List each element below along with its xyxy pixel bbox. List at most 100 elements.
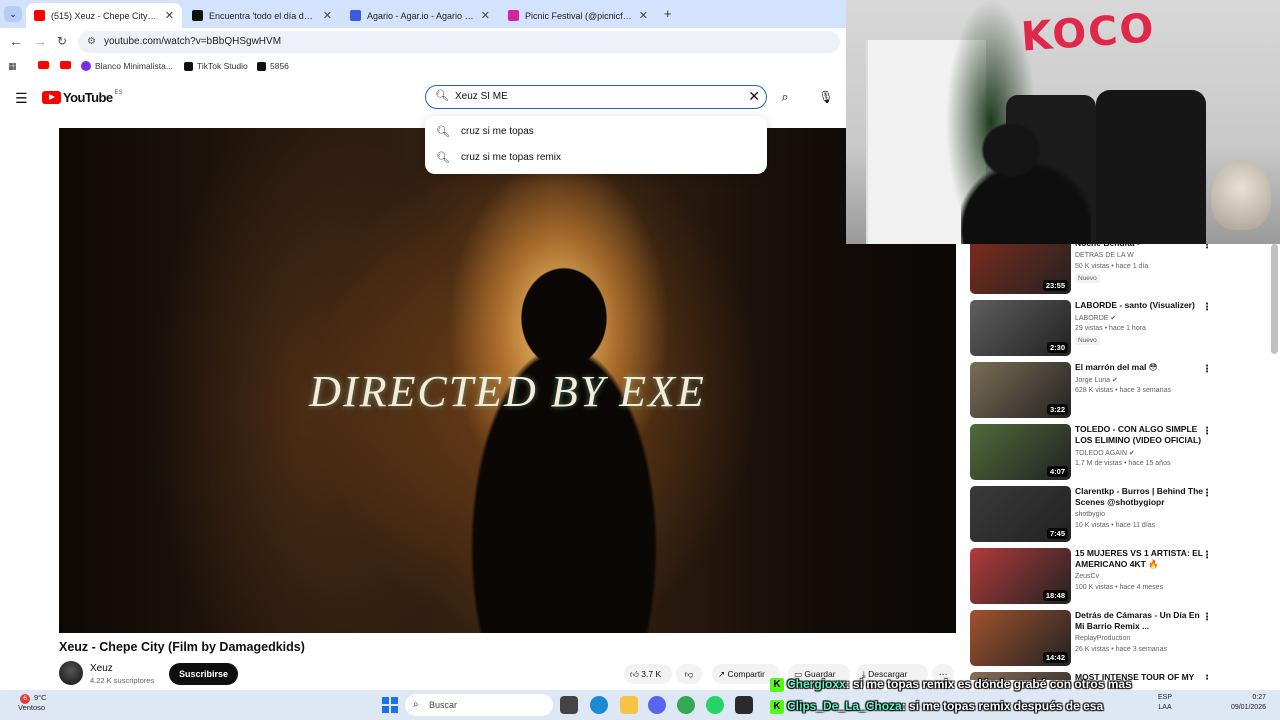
recommendation-title[interactable]: LABORDE - santo (Visualizer) — [1075, 300, 1211, 311]
search-suggestion[interactable]: 🔍︎ cruz si me topas — [425, 118, 767, 144]
bookmark-youtube-1[interactable] — [38, 61, 53, 69]
recommendation-channel[interactable]: DETRAS DE LA W — [1075, 252, 1134, 259]
video-thumbnail[interactable]: 18:48 — [970, 548, 1071, 604]
browser-tab[interactable]: Encuentra 'todo el día de 4bes' ✕ — [184, 3, 340, 28]
obs-icon[interactable] — [735, 696, 753, 714]
upload-age: hace 4 meses — [1119, 584, 1164, 591]
clear-search-icon[interactable]: ✕ — [748, 88, 760, 105]
bookmark-tiktok-5856[interactable]: 5856 — [257, 61, 289, 71]
browser-tab[interactable]: Agario - Agar.io - Agario Juego ✕ — [342, 3, 498, 28]
more-vertical-icon[interactable]: ⋮ — [1202, 488, 1212, 499]
bookmark-canva[interactable]: Blanco Minimalista... — [81, 61, 173, 71]
address-bar[interactable]: ⚙ youtube.com/watch?v=bBbQHSgwHVM — [78, 31, 840, 53]
bookmark-youtube-2[interactable] — [60, 61, 75, 69]
recommendation-channel[interactable]: ReplayProduction — [1075, 635, 1130, 642]
recommendation-channel[interactable]: LABORDE ✔ — [1075, 314, 1116, 322]
like-button[interactable]: 👍︎ 3.7 K — [624, 664, 672, 684]
tab-close-icon[interactable]: ✕ — [481, 9, 490, 22]
search-input[interactable]: 🔍︎ Xeuz SI ME ✕ — [425, 85, 767, 109]
channel-avatar[interactable] — [59, 661, 83, 685]
browser-tab[interactable]: Picnic Festival (@picnicfest) • Fo ✕ — [500, 3, 656, 28]
voice-search-button[interactable]: 🎙︎ — [815, 86, 837, 108]
file-explorer-icon[interactable] — [620, 696, 638, 714]
tab-search-menu-button[interactable]: ⌄ — [4, 6, 22, 22]
tab-title: Agario - Agar.io - Agario Juego — [367, 10, 475, 21]
recommendation-channel[interactable]: shotbygio — [1075, 511, 1105, 518]
subscriber-count: 4.22 K suscriptores — [90, 676, 155, 685]
recommendation-title[interactable]: Detrás de Cámaras - Un Día En Mi Barrio … — [1075, 610, 1211, 632]
windows-start-button[interactable] — [382, 697, 398, 713]
more-vertical-icon[interactable]: ⋮ — [1202, 426, 1212, 437]
edge-browser-icon[interactable] — [590, 696, 608, 714]
chrome-icon[interactable] — [677, 696, 695, 714]
more-vertical-icon[interactable]: ⋮ — [1202, 612, 1212, 623]
reload-icon[interactable]: ↻ — [57, 34, 67, 48]
video-thumbnail[interactable]: 3:22 — [970, 362, 1071, 418]
search-button[interactable]: ⌕ — [772, 86, 798, 108]
video-thumbnail[interactable]: 2:30 — [970, 300, 1071, 356]
share-label: Compartir — [727, 669, 765, 679]
browser-nav-bar: ← → ↻ ⚙ youtube.com/watch?v=bBbQHSgwHVM — [0, 28, 846, 56]
task-view-icon[interactable] — [560, 696, 578, 714]
video-thumbnail[interactable]: 4:07 — [970, 424, 1071, 480]
video-duration: 3:22 — [1046, 404, 1068, 415]
search-input-value: Xeuz SI ME — [455, 91, 508, 102]
recommendation-channel[interactable]: ZeusCv — [1075, 573, 1099, 580]
bookmark-tiktok-studio[interactable]: TikTok Studio — [184, 61, 248, 71]
more-vertical-icon[interactable]: ⋮ — [1202, 550, 1212, 561]
video-thumbnail[interactable]: 7:45 — [970, 486, 1071, 542]
language-indicator[interactable]: ESP LAA — [1158, 693, 1172, 713]
youtube-logo[interactable]: YouTube ES — [42, 90, 123, 105]
recommendation-title[interactable]: TOLEDO - CON ALGO SIMPLE LOS ELIMINO (VI… — [1075, 424, 1211, 446]
recommendation-title[interactable]: El marrón del mal 😳 — [1075, 362, 1211, 373]
recommendation-item[interactable]: 23:55 Noche Bendita - DETRAS DE LA W 50 K v… — [966, 244, 1216, 296]
verified-check-icon: ✔ — [1111, 377, 1118, 384]
recommendation-channel[interactable]: TOLEDO AGAIN ✔ — [1075, 449, 1135, 457]
channel-name: ReplayProduction — [1075, 635, 1131, 642]
system-clock[interactable]: 0:27 09/01/2026 — [1226, 693, 1266, 713]
video-player[interactable]: DIRECTED BY EXE — [59, 128, 956, 633]
forward-arrow-icon[interactable]: → — [33, 33, 47, 49]
back-arrow-icon[interactable]: ← — [9, 33, 23, 49]
recommendation-title[interactable]: Clarentkp - Burros | Behind The Scenes @… — [1075, 486, 1211, 508]
site-info-icon[interactable]: ⚙ — [87, 31, 96, 53]
new-tab-plus-icon[interactable]: + — [664, 6, 672, 21]
search-icon: 🔍︎ — [436, 151, 450, 164]
more-vertical-icon[interactable]: ⋮ — [1202, 674, 1212, 680]
page-scrollbar[interactable] — [1271, 244, 1278, 354]
browser-tab-active[interactable]: (515) Xeuz - Chepe City (Film b ✕ — [26, 3, 182, 28]
recommendation-item[interactable]: 2:30 LABORDE - santo (Visualizer) LABORDE … — [966, 300, 1216, 358]
tab-close-icon[interactable]: ✕ — [165, 9, 174, 22]
more-vertical-icon[interactable]: ⋮ — [1202, 244, 1212, 251]
recommendation-channel[interactable]: Jorge Luna ✔ — [1075, 376, 1118, 384]
weather-widget[interactable]: 6 9°C Ventoso — [18, 693, 47, 713]
recommendation-item[interactable]: 7:45 Clarentkp - Burros | Behind The Scen… — [966, 486, 1216, 544]
recommendation-title[interactable]: 15 MUJERES VS 1 ARTISTA: EL AMERICANO 4K… — [1075, 548, 1211, 570]
upload-age: hace 1 día — [1115, 263, 1149, 270]
recommendation-item[interactable]: 3:22 El marrón del mal 😳 Jorge Luna ✔ 628 K… — [966, 362, 1216, 420]
recommendation-item[interactable]: 4:07 TOLEDO - CON ALGO SIMPLE LOS ELIMINO… — [966, 424, 1216, 482]
thumbs-down-icon: 👎︎ — [684, 669, 694, 679]
menu-hamburger-icon[interactable]: ☰ — [15, 90, 28, 107]
video-thumbnail[interactable]: 23:55 — [970, 244, 1071, 294]
tab-close-icon[interactable]: ✕ — [323, 9, 332, 22]
channel-name[interactable]: Xeuz — [90, 663, 113, 674]
apps-grid-icon[interactable]: ▦ — [8, 61, 17, 72]
dislike-button[interactable]: 👎︎ — [676, 664, 702, 684]
new-badge: Nuevo — [1075, 274, 1100, 283]
recommendation-item[interactable]: 18:48 15 MUJERES VS 1 ARTISTA: EL AMERICA… — [966, 548, 1216, 606]
whatsapp-icon[interactable] — [706, 696, 724, 714]
recommendation-item[interactable]: 14:42 Detrás de Cámaras - Un Día En Mi Ba… — [966, 610, 1216, 668]
taskbar-search[interactable]: ⌕ Buscar — [405, 694, 553, 716]
url-text: youtube.com/watch?v=bBbQHSgwHVM — [104, 36, 282, 47]
recommendation-title[interactable]: Noche Bendita - — [1075, 244, 1211, 249]
more-vertical-icon[interactable]: ⋮ — [1202, 364, 1212, 375]
discord-icon[interactable] — [648, 696, 666, 714]
lang-top: ESP — [1158, 694, 1173, 701]
subscribe-button[interactable]: Suscribirse — [169, 663, 239, 685]
tab-close-icon[interactable]: ✕ — [639, 9, 648, 22]
video-thumbnail[interactable]: 14:42 — [970, 610, 1071, 666]
view-count: 628 K vistas — [1075, 387, 1114, 394]
search-suggestion[interactable]: 🔍︎ cruz si me topas remix — [425, 144, 767, 170]
more-vertical-icon[interactable]: ⋮ — [1202, 302, 1212, 313]
